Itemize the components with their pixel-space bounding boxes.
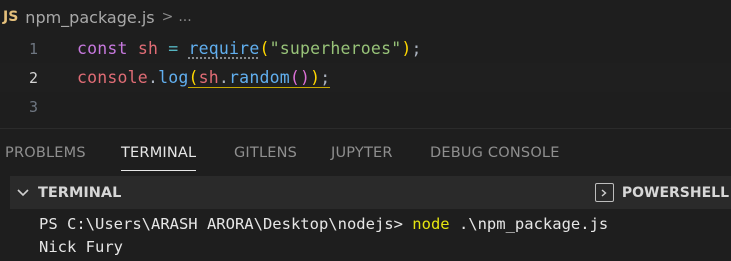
terminal-command: node bbox=[412, 215, 450, 233]
code-token: log bbox=[158, 68, 189, 87]
code-token: "superheroes" bbox=[269, 39, 402, 58]
code-token: ( bbox=[188, 68, 199, 87]
tab-problems[interactable]: PROBLEMS bbox=[5, 129, 86, 177]
editor-line-3[interactable]: 3 bbox=[0, 92, 731, 121]
terminal-output[interactable]: PS C:\Users\ARASH ARORA\Desktop\nodejs> … bbox=[0, 209, 731, 261]
breadcrumb-file-name[interactable]: npm_package.js bbox=[25, 8, 154, 27]
line-number: 3 bbox=[28, 97, 38, 116]
terminal-prompt: PS C:\Users\ARASH ARORA\Desktop\nodejs> bbox=[39, 215, 413, 233]
code-token: ( bbox=[289, 68, 300, 87]
terminal-command-line: PS C:\Users\ARASH ARORA\Desktop\nodejs> … bbox=[39, 215, 608, 233]
code-line[interactable]: console.log(sh.random()); bbox=[77, 68, 331, 88]
code-token: sh bbox=[137, 39, 159, 58]
breadcrumb: JS npm_package.js > ... bbox=[0, 0, 731, 34]
terminal-title: TERMINAL bbox=[38, 184, 122, 201]
editor-line-1[interactable]: 1 const sh = require("superheroes"); bbox=[0, 34, 731, 63]
terminal-section-header[interactable]: TERMINAL POWERSHELL bbox=[10, 176, 731, 209]
terminal-args: .\npm_package.js bbox=[449, 215, 609, 233]
code-token: . bbox=[218, 68, 230, 87]
code-token: ) bbox=[310, 68, 321, 87]
terminal-output-line: Nick Fury bbox=[39, 238, 123, 256]
tab-debug-console[interactable]: DEBUG CONSOLE bbox=[430, 129, 560, 177]
code-token: ) bbox=[300, 68, 311, 87]
javascript-file-icon: JS bbox=[3, 9, 19, 25]
breadcrumb-more[interactable]: ... bbox=[178, 9, 191, 25]
code-token: ; bbox=[320, 68, 331, 87]
code-token: random bbox=[229, 68, 290, 87]
powershell-label: POWERSHELL bbox=[621, 184, 729, 201]
line-number: 2 bbox=[28, 68, 38, 87]
code-token: ; bbox=[411, 39, 422, 58]
line-number: 1 bbox=[28, 39, 38, 58]
code-editor[interactable]: 1 const sh = require("superheroes"); 2 c… bbox=[0, 34, 731, 124]
panel-tab-bar: PROBLEMS TERMINAL GITLENS JUPYTER DEBUG … bbox=[0, 128, 731, 176]
powershell-selector[interactable]: POWERSHELL bbox=[594, 176, 729, 209]
code-token: sh bbox=[198, 68, 219, 87]
code-token: ) bbox=[401, 39, 412, 58]
code-token: require bbox=[188, 39, 260, 58]
breadcrumb-chevron-right-icon: > bbox=[161, 9, 174, 25]
tab-terminal[interactable]: TERMINAL bbox=[121, 129, 197, 177]
editor-line-2[interactable]: 2 console.log(sh.random()); bbox=[0, 63, 731, 92]
code-line[interactable]: const sh = require("superheroes"); bbox=[77, 39, 422, 58]
code-token: . bbox=[147, 68, 159, 87]
code-token: console bbox=[77, 68, 148, 87]
terminal-shell-icon bbox=[594, 183, 614, 202]
code-token: ( bbox=[259, 39, 270, 58]
code-token: = bbox=[168, 39, 179, 58]
code-token: const bbox=[77, 39, 128, 58]
tab-jupyter[interactable]: JUPYTER bbox=[331, 129, 393, 177]
chevron-down-icon[interactable] bbox=[16, 188, 30, 198]
tab-gitlens[interactable]: GITLENS bbox=[234, 129, 297, 177]
